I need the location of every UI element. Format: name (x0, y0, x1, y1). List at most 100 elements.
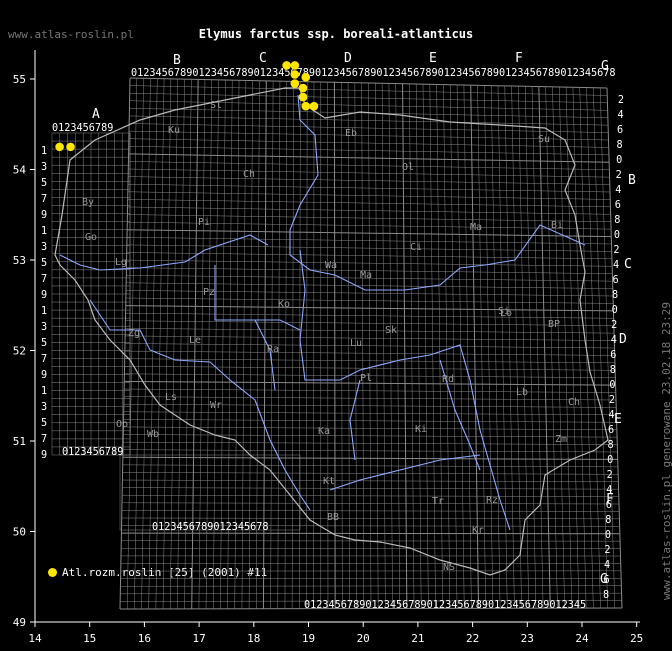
right-digit: 8 (605, 515, 611, 526)
right-digit: 2 (604, 545, 610, 556)
right-digit: 6 (613, 275, 619, 286)
occurrence-point (290, 79, 300, 88)
right-digit: 4 (604, 560, 610, 571)
grid-letter-top: C (259, 51, 267, 66)
region-code-label: Si (498, 306, 510, 317)
left-digit: 1 (41, 146, 47, 157)
right-digit: 0 (607, 455, 613, 466)
x-tick-label: 19 (302, 632, 315, 645)
grid-letter-top: D (344, 51, 352, 66)
left-digit: 3 (41, 242, 47, 253)
occurrence-point (298, 83, 308, 93)
right-digit: 2 (609, 395, 615, 406)
bottom-digit-row: 0123456789012345678901234567890123456789… (304, 600, 586, 611)
river-line (214, 265, 301, 331)
grid-extension-southwest (119, 454, 301, 531)
region-code-label: Wa (325, 260, 337, 271)
x-tick-label: 25 (630, 632, 643, 645)
right-digit: 4 (608, 410, 614, 421)
right-digit: 4 (606, 485, 612, 496)
x-tick-label: 17 (192, 632, 205, 645)
left-digit: 9 (41, 290, 47, 301)
occurrence-point (290, 70, 300, 79)
x-tick-label: 21 (411, 632, 424, 645)
y-tick-label: 54 (13, 164, 27, 177)
region-code-label: Eb (345, 128, 357, 139)
region-code-label: Ls (165, 392, 177, 403)
left-digit: 7 (41, 274, 47, 285)
grid-letter-right: B (628, 173, 636, 188)
region-code-label: Ra (267, 344, 279, 355)
grid-line-horizontal (120, 592, 622, 595)
region-code-label: Pl (360, 373, 372, 384)
region-code-label: Op (116, 419, 128, 430)
atpol-grid (52, 77, 623, 610)
region-code-label: Sl (210, 100, 222, 111)
x-tick-label: 22 (466, 632, 479, 645)
region-code-label: BB (327, 512, 339, 523)
top-digit-row-a: 0123456789 (52, 123, 113, 134)
right-digit: 2 (616, 170, 622, 181)
right-digit: 6 (608, 425, 614, 436)
y-tick-label: 55 (13, 73, 26, 86)
right-digit: 2 (611, 320, 617, 331)
region-code-label: Ki (415, 424, 427, 435)
region-code-label: Kr (472, 525, 484, 536)
grid-letter-right: C (624, 257, 632, 272)
occurrence-point (298, 92, 308, 102)
right-digit: 0 (605, 530, 611, 541)
left-digit: 5 (41, 418, 47, 429)
x-tick-label: 20 (357, 632, 370, 645)
occurrence-point (55, 142, 64, 152)
right-digit: 8 (603, 590, 609, 601)
region-code-label: By (82, 197, 94, 208)
region-code-label: Ol (402, 162, 414, 173)
top-digit-row: 0123456789012345678901234567890123456789… (131, 68, 616, 79)
region-code-label: Rz (486, 495, 498, 506)
right-digit: 6 (604, 575, 610, 586)
region-code-label: Tr (432, 496, 444, 507)
right-digit: 8 (610, 365, 616, 376)
region-code-label: Kt (323, 476, 335, 487)
region-code-label: Ka (318, 426, 330, 437)
right-digit: 6 (610, 350, 616, 361)
occurrence-point (290, 61, 300, 70)
bottom-digit-row-southwest: 0123456789012345678 (152, 522, 269, 533)
y-tick-label: 50 (13, 526, 26, 539)
grid-letter-right: D (619, 332, 627, 347)
region-code-label: Zg (128, 328, 140, 339)
left-digit: 3 (41, 162, 47, 173)
grid-letter-top: F (515, 51, 523, 66)
region-code-label: Ci (410, 242, 422, 253)
region-code-label: Lu (350, 338, 362, 349)
grid-letter-top: E (429, 51, 437, 66)
left-digit: 5 (41, 338, 47, 349)
region-code-label: Ko (278, 299, 290, 310)
region-code-label: Pz (203, 287, 215, 298)
region-code-label: Pi (198, 217, 210, 228)
region-code-label: Bi (551, 220, 563, 231)
distribution-map: 14 15 16 17 18 19 20 21 22 23 24 2549505152535455Sl… (13, 50, 643, 645)
region-code-label: Wb (147, 429, 159, 440)
region-code-label: Ku (168, 125, 180, 136)
region-code-label: Zm (555, 434, 567, 445)
right-digit: 8 (612, 290, 618, 301)
right-digit: 6 (606, 500, 612, 511)
river-line (349, 379, 361, 461)
region-code-label: NS (443, 562, 455, 573)
right-digit: 4 (611, 335, 617, 346)
right-digit: 6 (617, 125, 623, 136)
region-code-label: Sk (385, 325, 397, 336)
occurrence-point (301, 72, 311, 82)
occurrence-point (282, 61, 291, 70)
region-code-label: Ma (360, 270, 372, 281)
right-digit: 8 (608, 440, 614, 451)
grid-letter-top: A (92, 107, 100, 122)
x-tick-label: 14 (28, 632, 42, 645)
y-tick-label: 49 (13, 616, 26, 629)
left-digit: 3 (41, 402, 47, 413)
right-digit: 8 (614, 215, 620, 226)
right-digit: 2 (613, 245, 619, 256)
right-digit: 6 (615, 200, 621, 211)
left-digit: 9 (41, 450, 47, 461)
